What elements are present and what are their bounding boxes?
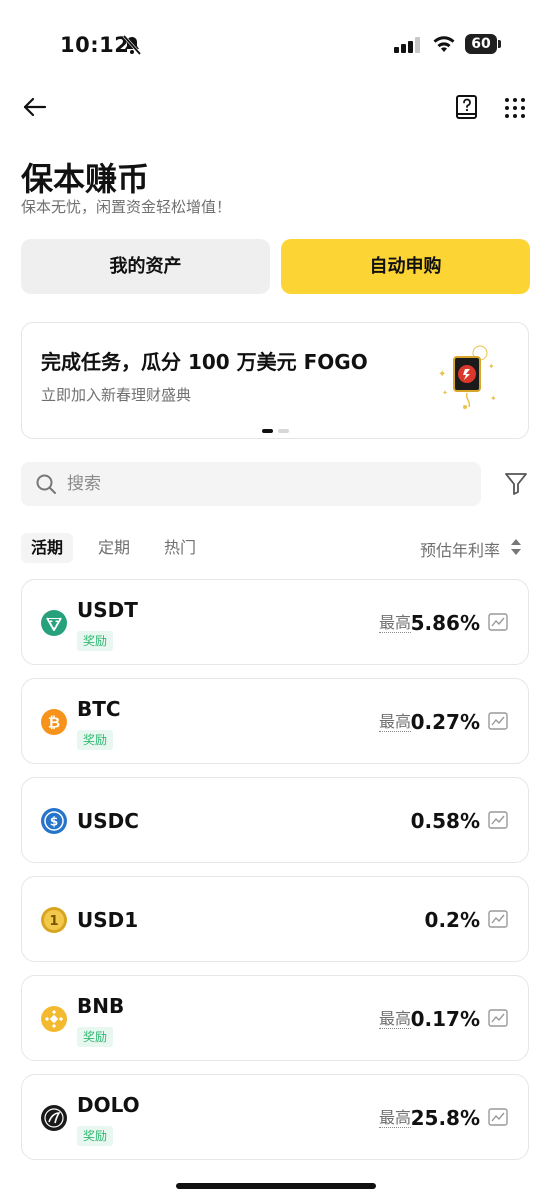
max-label[interactable]: 最高 (378, 1010, 411, 1029)
svg-text:✦: ✦ (490, 394, 497, 403)
coin-name: BNB (77, 994, 125, 1018)
apr-rate: 0.17% (410, 1007, 480, 1031)
back-arrow-icon[interactable] (22, 94, 48, 120)
sort-toggle-icon[interactable] (509, 537, 523, 557)
coin-name: DOLO (77, 1093, 140, 1117)
apr-rate: 0.58% (410, 809, 480, 833)
my-assets-button[interactable]: 我的资产 (21, 239, 270, 294)
search-icon (36, 474, 56, 494)
trend-chart-icon[interactable] (488, 1108, 508, 1126)
coin-name: USDC (77, 809, 139, 833)
bell-muted-icon (122, 35, 142, 55)
max-label[interactable]: 最高 (378, 713, 411, 732)
coin-name: USDT (77, 598, 138, 622)
product-card-btc[interactable]: ₿ BTC 奖励 最高 0.27% (21, 678, 529, 764)
banner-title: 完成任务，瓜分 100 万美元 FOGO (41, 350, 368, 374)
btc-icon: ₿ (41, 709, 67, 735)
coin-name: BTC (77, 697, 121, 721)
cellular-signal-icon (394, 37, 420, 53)
reward-badge: 奖励 (77, 1126, 114, 1146)
page-title: 保本赚币 (21, 160, 150, 198)
dolo-icon (41, 1105, 67, 1131)
battery-indicator: 60 (465, 34, 501, 54)
max-label[interactable]: 最高 (378, 614, 411, 633)
carousel-dot-active[interactable] (262, 429, 273, 433)
product-card-dolo[interactable]: DOLO 奖励 最高 25.8% (21, 1074, 529, 1160)
product-card-usd1[interactable]: 1 USD1 0.2% (21, 876, 529, 962)
wifi-icon (433, 36, 455, 52)
product-card-usdc[interactable]: $ USDC 0.58% (21, 777, 529, 863)
product-card-bnb[interactable]: BNB 奖励 最高 0.17% (21, 975, 529, 1061)
help-guide-icon[interactable] (454, 94, 480, 122)
svg-text:$: $ (50, 815, 58, 829)
filter-icon[interactable] (504, 471, 528, 497)
bnb-icon (41, 1006, 67, 1032)
svg-text:1: 1 (49, 914, 58, 929)
reward-badge: 奖励 (77, 631, 114, 651)
apr-rate: 0.27% (410, 710, 480, 734)
reward-badge: 奖励 (77, 730, 114, 750)
svg-text:✦: ✦ (438, 369, 446, 380)
trend-chart-icon[interactable] (488, 811, 508, 829)
tab-hot[interactable]: 热门 (154, 533, 206, 563)
carousel-dot[interactable] (278, 429, 289, 433)
trend-chart-icon[interactable] (488, 613, 508, 631)
product-card-usdt[interactable]: USDT 奖励 最高 5.86% (21, 579, 529, 665)
promo-banner[interactable]: 完成任务，瓜分 100 万美元 FOGO 立即加入新春理财盛典 ✦ ✦ ✦ ✦ (21, 322, 529, 439)
search-input[interactable] (67, 462, 467, 506)
grid-menu-icon[interactable] (503, 96, 527, 120)
trend-chart-icon[interactable] (488, 910, 508, 928)
svg-text:✦: ✦ (488, 362, 495, 371)
home-indicator[interactable] (176, 1183, 376, 1189)
trend-chart-icon[interactable] (488, 1009, 508, 1027)
status-time: 10:12 (60, 33, 130, 57)
svg-text:✦: ✦ (442, 389, 448, 397)
battery-level: 60 (471, 36, 491, 52)
usdc-icon: $ (41, 808, 67, 834)
tab-locked[interactable]: 定期 (88, 533, 140, 563)
reward-badge: 奖励 (77, 1027, 114, 1047)
tab-flexible[interactable]: 活期 (21, 533, 74, 563)
banner-subtitle: 立即加入新春理财盛典 (41, 386, 192, 404)
search-bar[interactable] (21, 462, 481, 506)
max-label[interactable]: 最高 (378, 1109, 411, 1128)
svg-text:₿: ₿ (48, 714, 60, 732)
usd1-icon: 1 (41, 907, 67, 933)
coin-name: USD1 (77, 908, 139, 932)
apr-rate: 5.86% (410, 611, 480, 635)
sort-label[interactable]: 预估年利率 (420, 537, 500, 561)
trend-chart-icon[interactable] (488, 712, 508, 730)
apr-rate: 25.8% (410, 1106, 480, 1130)
apr-rate: 0.2% (424, 908, 480, 932)
auto-subscribe-button[interactable]: 自动申购 (281, 239, 530, 294)
page-subtitle: 保本无忧，闲置资金轻松增值！ (21, 198, 232, 216)
red-envelope-illustration: ✦ ✦ ✦ ✦ (438, 345, 497, 409)
usdt-icon (41, 610, 67, 636)
